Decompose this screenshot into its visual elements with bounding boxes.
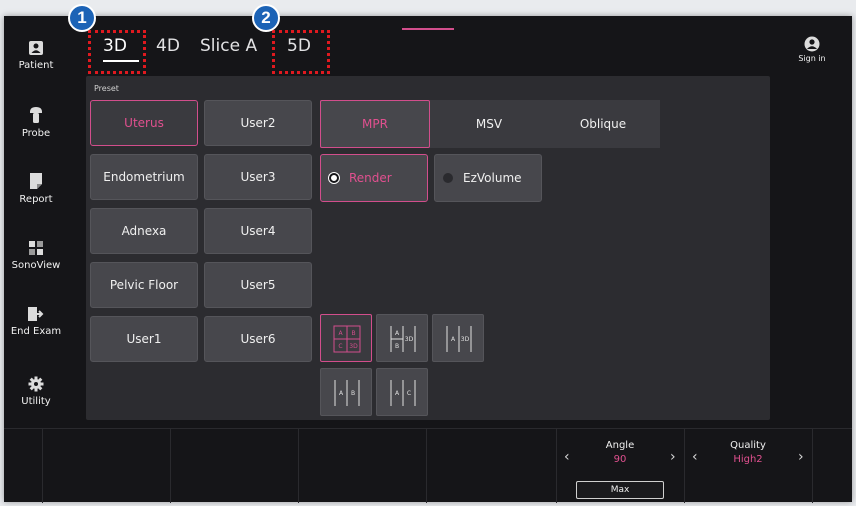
preset-button-endometrium[interactable]: Endometrium xyxy=(90,154,198,200)
angle-increase-chevron-right-icon[interactable]: › xyxy=(670,449,676,465)
divider xyxy=(298,429,299,503)
layout-label: B xyxy=(395,343,399,350)
angle-value: 90 xyxy=(613,454,627,465)
view-mode-oblique[interactable]: Oblique xyxy=(548,100,658,148)
sign-in-button[interactable]: Sign in xyxy=(794,36,830,63)
tab-slice-a[interactable]: Slice A xyxy=(200,36,257,56)
divider xyxy=(170,429,171,503)
probe-icon xyxy=(30,107,42,123)
layout-label: A xyxy=(338,330,343,337)
radio-selected-icon xyxy=(329,173,339,183)
view-mode-mpr[interactable]: MPR xyxy=(320,100,430,148)
max-button[interactable]: Max xyxy=(576,481,664,499)
sidebar-item-label: SonoView xyxy=(11,260,61,271)
divider xyxy=(556,429,557,503)
view-mode-selector: MPR MSV Oblique xyxy=(320,100,660,148)
render-mode-render[interactable]: Render xyxy=(320,154,428,202)
layout-label: A xyxy=(395,330,400,337)
layout-label: 3D xyxy=(461,336,470,343)
panel-title: Preset xyxy=(94,84,119,93)
sidebar-item-label: Patient xyxy=(18,60,54,71)
render-mode-ezvolume[interactable]: EzVolume xyxy=(434,154,542,202)
layout-a-b-icon: A B xyxy=(334,380,360,406)
layout-label: A xyxy=(395,390,400,397)
layout-label: C xyxy=(407,390,411,397)
callout-box-5d xyxy=(272,30,330,74)
layout-label: A xyxy=(451,336,456,343)
preset-button-user1[interactable]: User1 xyxy=(90,316,198,362)
callout-badge-2: 2 xyxy=(252,4,280,32)
callout-badge-1: 1 xyxy=(68,4,96,32)
sidebar-item-probe[interactable]: Probe xyxy=(4,106,68,139)
callout-box-3d xyxy=(88,30,146,74)
layout-label: B xyxy=(351,330,355,337)
preset-button-user4[interactable]: User4 xyxy=(204,208,312,254)
quality-increase-chevron-right-icon[interactable]: › xyxy=(798,449,804,465)
preset-button-user3[interactable]: User3 xyxy=(204,154,312,200)
preset-panel: Preset Uterus Endometrium Adnexa Pelvic … xyxy=(86,76,770,420)
radio-unselected-icon xyxy=(443,173,453,183)
quality-value: High2 xyxy=(733,454,763,465)
preset-button-user5[interactable]: User5 xyxy=(204,262,312,308)
layout-label: C xyxy=(338,343,342,350)
sidebar-item-utility[interactable]: Utility xyxy=(4,376,68,407)
layout-button-a-b[interactable]: A B xyxy=(320,368,372,416)
view-mode-msv[interactable]: MSV xyxy=(434,100,544,148)
layout-ab-3d-icon: A B 3D xyxy=(390,326,416,352)
divider xyxy=(42,429,43,503)
report-icon xyxy=(30,173,42,189)
layout-button-a-3d[interactable]: A 3D xyxy=(432,314,484,362)
gear-icon xyxy=(28,376,44,392)
sign-in-label: Sign in xyxy=(798,54,826,63)
render-mode-label: Render xyxy=(349,171,392,185)
sidebar-item-report[interactable]: Report xyxy=(4,172,68,205)
sidebar-item-label: Report xyxy=(19,194,53,205)
layout-label: B xyxy=(351,390,355,397)
sonoview-icon xyxy=(29,241,43,255)
tab-4d[interactable]: 4D xyxy=(156,36,180,56)
quality-label: Quality xyxy=(730,440,766,451)
quality-decrease-chevron-left-icon[interactable]: ‹ xyxy=(692,449,698,465)
preset-button-user6[interactable]: User6 xyxy=(204,316,312,362)
angle-decrease-chevron-left-icon[interactable]: ‹ xyxy=(564,449,570,465)
sidebar-item-patient[interactable]: Patient xyxy=(4,40,68,71)
user-icon xyxy=(804,36,820,52)
layout-button-a-c[interactable]: A C xyxy=(376,368,428,416)
layout-quad-icon: A B C 3D xyxy=(333,325,361,353)
layout-label: 3D xyxy=(349,343,358,350)
layout-label: 3D xyxy=(405,336,414,343)
layout-button-quad[interactable]: A B C 3D xyxy=(320,314,372,362)
preset-button-pelvic-floor[interactable]: Pelvic Floor xyxy=(90,262,198,308)
bottom-control-bar: ‹ Angle 90 › Max ‹ Quality High2 › xyxy=(4,428,852,503)
render-mode-label: EzVolume xyxy=(463,171,522,185)
sidebar-item-label: Probe xyxy=(21,128,51,139)
layout-a-3d-icon: A 3D xyxy=(446,326,472,352)
angle-label: Angle xyxy=(605,440,635,451)
patient-icon xyxy=(29,41,43,55)
preset-button-adnexa[interactable]: Adnexa xyxy=(90,208,198,254)
layout-a-c-icon: A C xyxy=(390,380,416,406)
divider xyxy=(812,429,813,503)
preset-button-uterus[interactable]: Uterus xyxy=(90,100,198,146)
sidebar-item-label: Utility xyxy=(21,396,51,407)
sidebar-item-sonoview[interactable]: SonoView xyxy=(4,240,68,271)
sidebar-item-end-exam[interactable]: End Exam xyxy=(4,306,68,337)
divider xyxy=(684,429,685,503)
top-accent-bar xyxy=(402,28,454,30)
layout-label: A xyxy=(339,390,344,397)
end-exam-icon xyxy=(28,307,44,321)
preset-button-user2[interactable]: User2 xyxy=(204,100,312,146)
layout-button-ab-3d[interactable]: A B 3D xyxy=(376,314,428,362)
divider xyxy=(426,429,427,503)
sidebar-item-label: End Exam xyxy=(10,326,62,337)
ultrasound-screen: Patient Probe Report SonoView End Exam U… xyxy=(4,4,852,503)
